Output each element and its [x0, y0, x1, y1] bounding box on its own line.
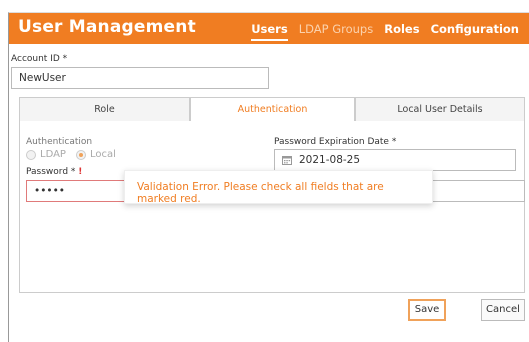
local-radio-label: Local: [89, 149, 116, 160]
nav-roles[interactable]: Roles: [384, 22, 419, 36]
validation-error-toast: Validation Error. Please check all field…: [124, 170, 433, 205]
password-label-text: Password: [26, 167, 69, 177]
password-value: •••••: [34, 185, 65, 197]
account-id-label-text: Account ID: [11, 54, 60, 64]
nav-configuration[interactable]: Configuration: [431, 22, 519, 36]
nav-users[interactable]: Users: [251, 22, 288, 41]
cancel-button[interactable]: Cancel: [481, 299, 525, 321]
tab-bar: Role Authentication Local User Details: [19, 97, 525, 122]
top-nav: Users LDAP Groups Roles Configuration: [251, 13, 529, 44]
account-id-label: Account ID *: [11, 54, 67, 64]
authentication-label: Authentication: [26, 137, 93, 147]
account-id-input[interactable]: NewUser: [11, 67, 269, 89]
radio-option-local[interactable]: Local: [75, 149, 116, 160]
authentication-radio-group: LDAP Local: [26, 149, 126, 160]
radio-option-ldap[interactable]: LDAP: [26, 149, 66, 160]
account-id-required-mark: *: [62, 54, 68, 64]
tab-role[interactable]: Role: [19, 97, 190, 122]
password-expiration-value: 2021-08-25: [299, 154, 361, 166]
ldap-radio-label: LDAP: [40, 149, 66, 160]
password-error-mark: !: [78, 167, 83, 177]
password-expiration-required-mark: *: [391, 137, 397, 147]
app-header: User Management Users LDAP Groups Roles …: [9, 13, 529, 44]
tab-authentication[interactable]: Authentication: [190, 97, 355, 122]
tab-panel: [19, 121, 525, 293]
ldap-radio[interactable]: [26, 149, 36, 160]
user-management-window: User Management Users LDAP Groups Roles …: [8, 12, 529, 342]
password-required-mark: *: [70, 167, 76, 177]
calendar-icon[interactable]: [282, 155, 292, 165]
tab-local-user-details[interactable]: Local User Details: [355, 97, 525, 122]
app-title: User Management: [18, 17, 196, 37]
account-id-value: NewUser: [19, 72, 66, 84]
password-label: Password * !: [26, 167, 82, 177]
nav-ldap-groups[interactable]: LDAP Groups: [299, 22, 374, 36]
password-expiration-label: Password Expiration Date *: [274, 137, 396, 147]
password-expiration-input[interactable]: 2021-08-25: [274, 149, 516, 171]
save-button[interactable]: Save: [408, 299, 446, 321]
local-radio[interactable]: [75, 149, 86, 160]
password-expiration-label-text: Password Expiration Date: [274, 137, 389, 147]
